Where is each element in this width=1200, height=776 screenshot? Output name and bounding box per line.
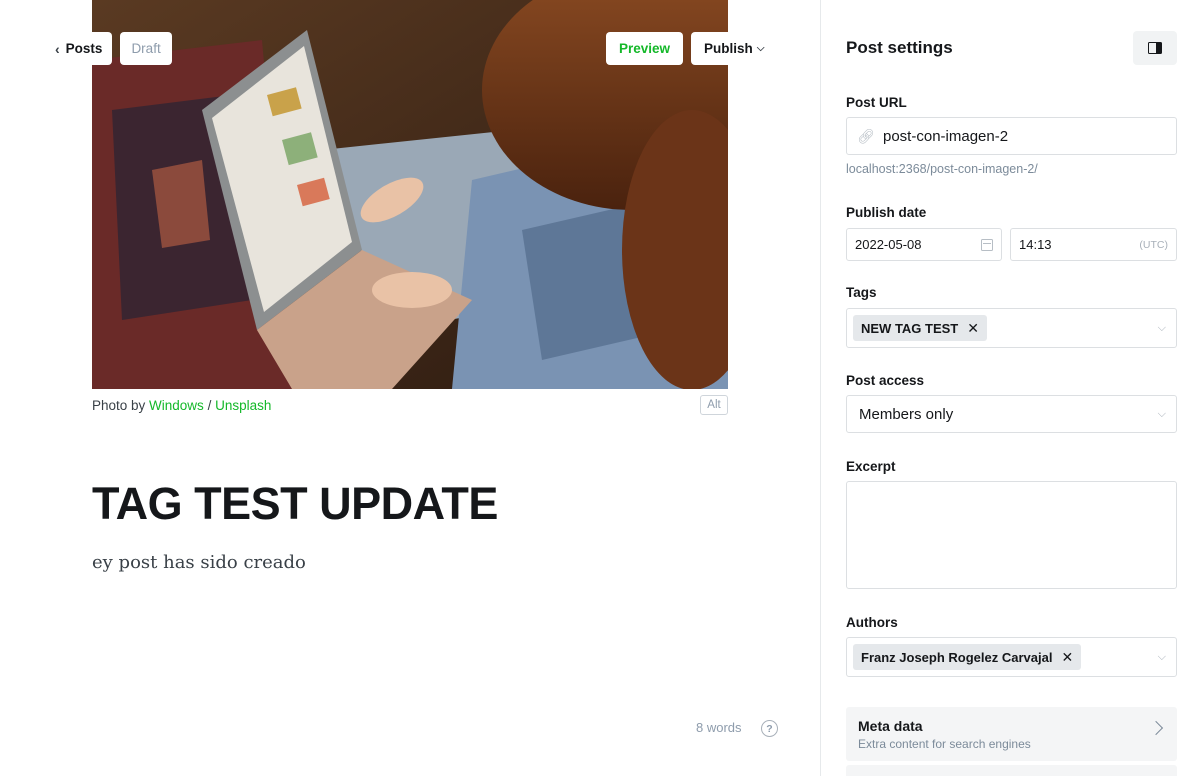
timezone-label: (UTC): [1139, 238, 1168, 251]
image-caption[interactable]: Photo by Windows / Unsplash: [92, 398, 271, 413]
alt-text-button[interactable]: Alt: [700, 395, 728, 415]
chevron-down-icon: ⌵: [756, 43, 765, 54]
next-settings-row[interactable]: [846, 765, 1177, 776]
panel-title: Post settings: [846, 38, 953, 57]
excerpt-label: Excerpt: [846, 459, 896, 474]
meta-data-subtitle: Extra content for search engines: [858, 737, 1031, 751]
post-url-hint: localhost:2368/post-con-imagen-2/: [846, 162, 1038, 176]
post-access-select[interactable]: Members only ⌵: [846, 395, 1177, 433]
post-url-value: post-con-imagen-2: [883, 127, 1009, 145]
calendar-icon: [981, 238, 993, 251]
post-url-field[interactable]: 🔗︎ post-con-imagen-2: [846, 117, 1177, 155]
tag-token[interactable]: NEW TAG TEST ✕: [853, 315, 987, 341]
editor-area: ‹ Posts Draft Preview Publish ⌵ Photo by…: [0, 0, 820, 776]
author-token-label: Franz Joseph Rogelez Carvajal: [861, 649, 1053, 665]
chevron-down-icon: ⌵: [1157, 407, 1166, 420]
tag-token-label: NEW TAG TEST: [861, 320, 959, 336]
post-url-label: Post URL: [846, 95, 907, 110]
close-icon[interactable]: ✕: [1061, 649, 1073, 666]
sidebar-toggle-button[interactable]: [1133, 31, 1177, 65]
meta-data-row[interactable]: Meta data Extra content for search engin…: [846, 707, 1177, 761]
excerpt-textarea[interactable]: [846, 481, 1177, 589]
publish-label: Publish: [704, 41, 753, 56]
top-actions: Preview Publish ⌵: [606, 32, 778, 65]
close-icon[interactable]: ✕: [967, 320, 979, 337]
post-settings-panel: Post settings Post URL 🔗︎ post-con-image…: [820, 0, 1200, 776]
authors-label: Authors: [846, 615, 898, 630]
caption-separator: /: [203, 398, 216, 413]
word-count: 8 words: [696, 720, 742, 735]
top-nav: ‹ Posts Draft: [47, 32, 172, 65]
publish-time-value: 14:13: [1019, 237, 1052, 252]
chevron-down-icon: ⌵: [1157, 650, 1166, 663]
link-icon: 🔗︎: [857, 127, 875, 144]
status-badge: Draft: [120, 32, 172, 65]
post-body[interactable]: ey post has sido creado: [92, 552, 306, 573]
tags-label: Tags: [846, 285, 877, 300]
post-title[interactable]: TAG TEST UPDATE: [92, 478, 498, 530]
post-access-value: Members only: [859, 405, 954, 423]
authors-select[interactable]: Franz Joseph Rogelez Carvajal ✕ ⌵: [846, 637, 1177, 677]
unsplash-link[interactable]: Unsplash: [215, 398, 271, 413]
back-label: Posts: [65, 41, 103, 56]
publish-date-value: 2022-05-08: [855, 237, 922, 252]
tags-select[interactable]: NEW TAG TEST ✕ ⌵: [846, 308, 1177, 348]
publish-date-label: Publish date: [846, 205, 927, 220]
author-token[interactable]: Franz Joseph Rogelez Carvajal ✕: [853, 644, 1082, 670]
publish-time-input[interactable]: 14:13 (UTC): [1010, 228, 1177, 261]
publish-date-input[interactable]: 2022-05-08: [846, 228, 1002, 261]
post-access-label: Post access: [846, 373, 925, 388]
caption-prefix: Photo by: [92, 398, 150, 413]
chevron-left-icon: ‹: [55, 40, 60, 57]
preview-button[interactable]: Preview: [606, 32, 684, 65]
publish-button[interactable]: Publish ⌵: [691, 32, 778, 65]
meta-data-title: Meta data: [858, 718, 923, 734]
back-to-posts-button[interactable]: ‹ Posts: [47, 32, 113, 65]
help-icon[interactable]: ?: [761, 720, 778, 737]
photographer-link[interactable]: Windows: [149, 398, 204, 413]
chevron-down-icon: ⌵: [1157, 321, 1166, 334]
sidebar-toggle-icon: [1148, 42, 1162, 54]
